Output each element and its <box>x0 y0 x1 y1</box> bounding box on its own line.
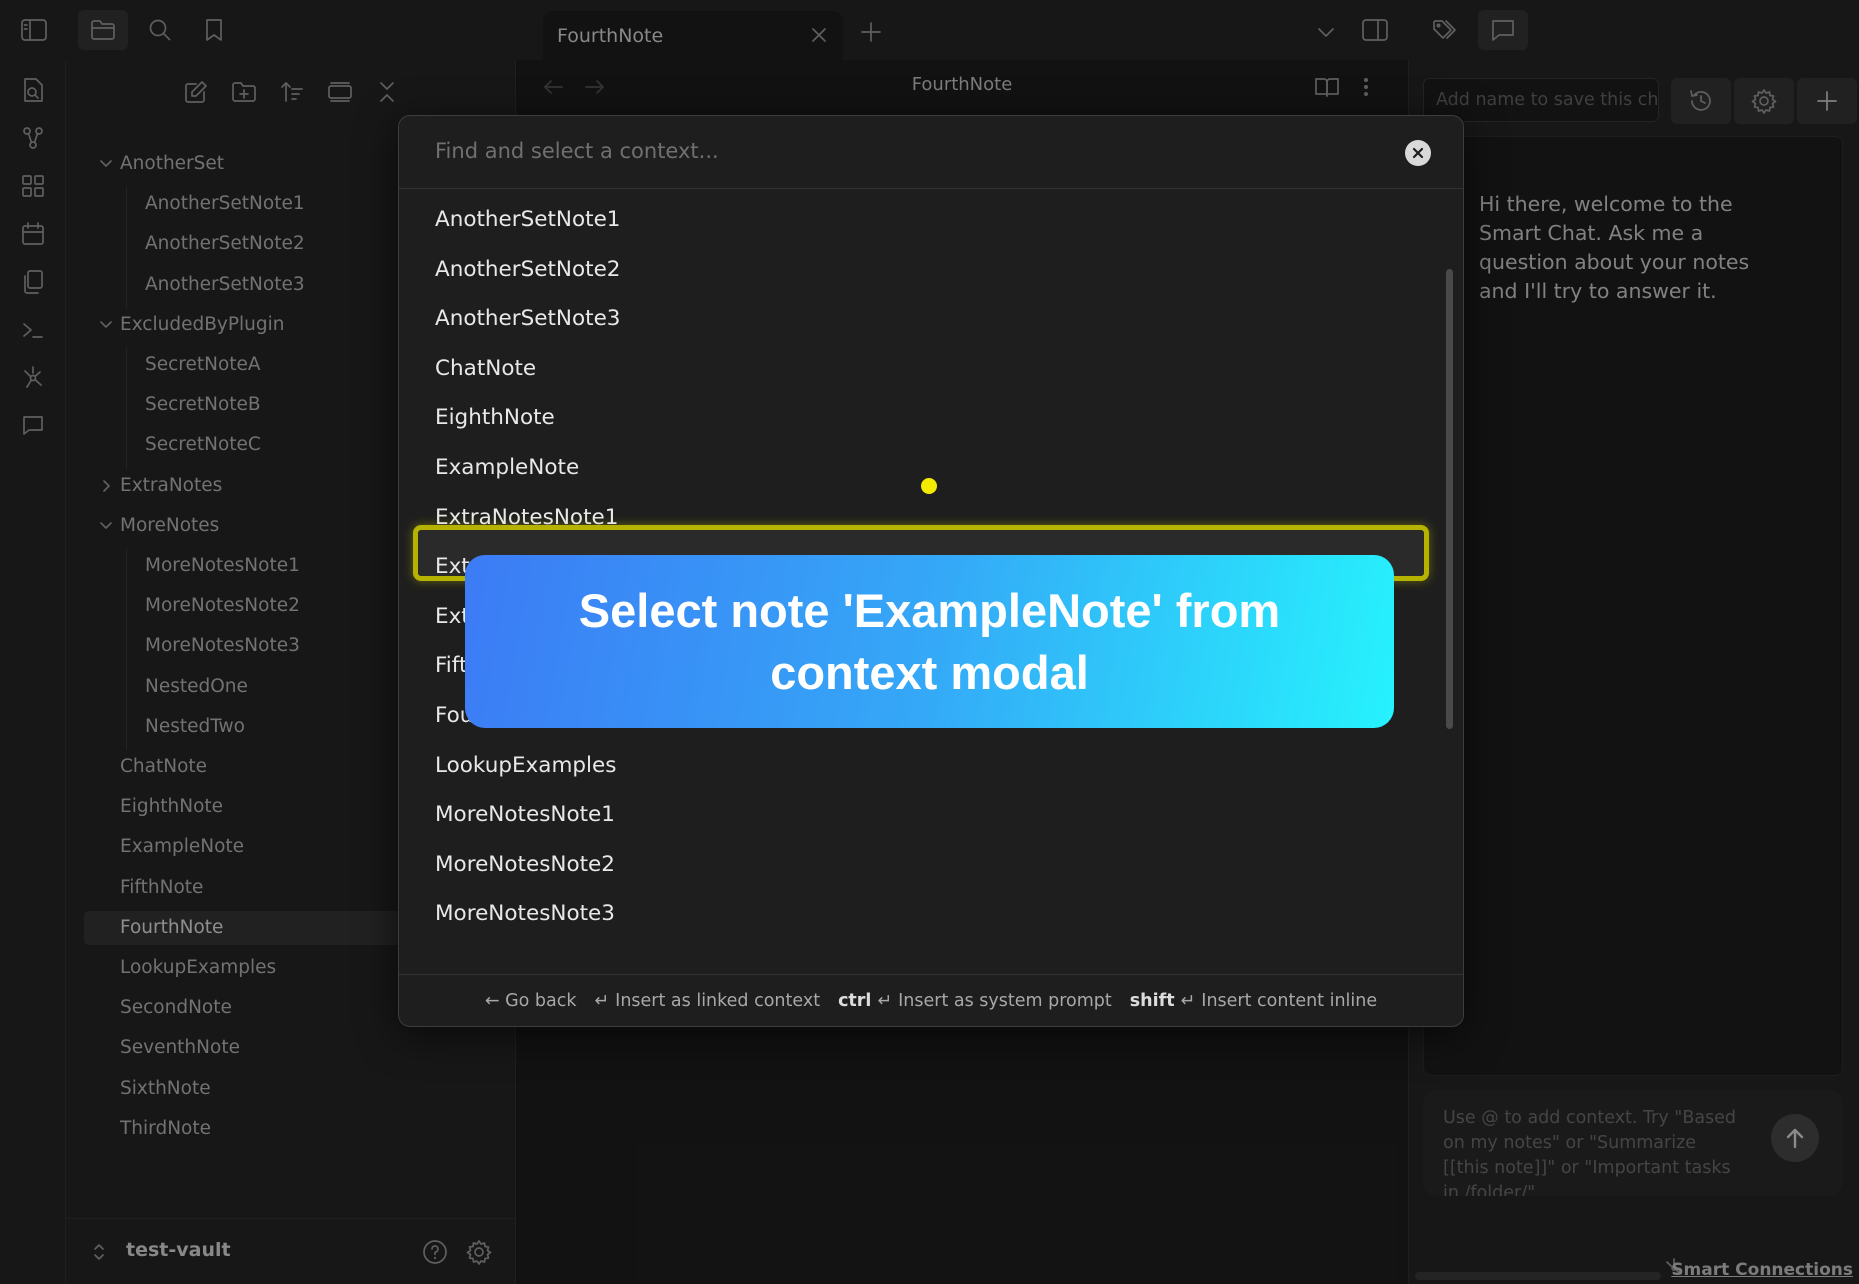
context-suggestion-item[interactable]: MoreNotesNote1 <box>435 802 615 827</box>
context-suggestion-item[interactable]: EighthNote <box>435 405 555 430</box>
context-suggestion-item[interactable]: AnotherSetNote3 <box>435 306 621 331</box>
context-search-input[interactable]: Find and select a context... <box>399 116 1463 189</box>
context-suggestion-item[interactable]: ChatNote <box>435 356 536 381</box>
app-window: FourthNote AnotherSet AnotherSetNote1 An… <box>0 0 1859 1284</box>
banner-text: Select note 'ExampleNote' from context m… <box>578 583 1281 699</box>
context-search-placeholder: Find and select a context... <box>435 139 719 163</box>
instruction-linked-key: ↵ <box>594 990 610 1011</box>
instruction-banner: Select note 'ExampleNote' from context m… <box>465 555 1394 728</box>
instruction-go-back: ← Go back <box>484 990 577 1011</box>
context-suggestion-item[interactable]: AnotherSetNote1 <box>435 207 621 232</box>
instruction-inline-key: ↵ <box>1180 990 1196 1011</box>
instruction-system: Insert as system prompt <box>898 990 1112 1011</box>
instruction-system-key: ↵ <box>877 990 893 1011</box>
pointer-dot <box>921 478 937 494</box>
instruction-linked: Insert as linked context <box>615 990 821 1011</box>
modal-instructions: ← Go back ↵ Insert as linked context ctr… <box>399 974 1463 1026</box>
context-suggestion-item[interactable]: ExtraNotesNote1 <box>435 505 618 530</box>
list-scrollbar[interactable] <box>1446 269 1453 729</box>
context-suggestion-item[interactable]: MoreNotesNote3 <box>435 901 615 926</box>
context-suggestion-item[interactable]: ExampleNote <box>435 455 579 480</box>
context-suggestion-item[interactable]: MoreNotesNote2 <box>435 852 615 877</box>
instruction-inline-mod: shift <box>1129 990 1175 1011</box>
context-suggestion-item[interactable]: LookupExamples <box>435 753 616 778</box>
clear-search-icon[interactable] <box>1405 140 1431 166</box>
instruction-system-mod: ctrl <box>838 990 872 1011</box>
context-suggestion-item[interactable]: AnotherSetNote2 <box>435 257 621 282</box>
instruction-inline: Insert content inline <box>1201 990 1378 1011</box>
